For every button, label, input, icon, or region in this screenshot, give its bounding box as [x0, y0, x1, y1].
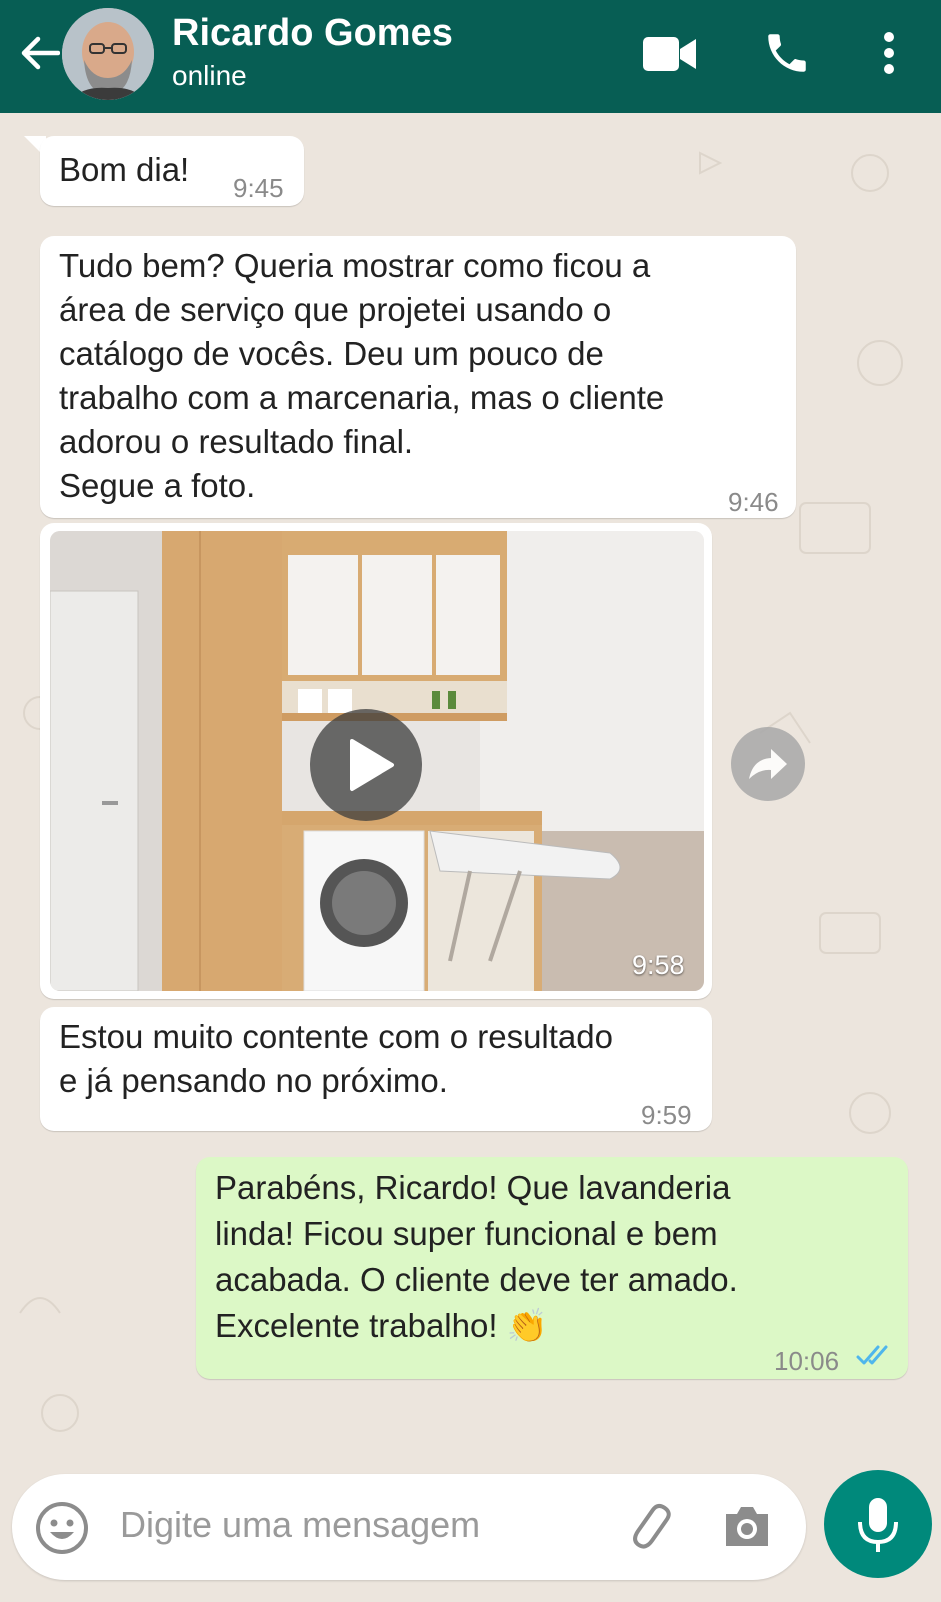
message-bubble-outgoing[interactable]: Parabéns, Ricardo! Que lavanderia linda!…	[196, 1157, 908, 1379]
message-text: Tudo bem? Queria mostrar como ficou a ár…	[59, 247, 665, 504]
video-time: 9:58	[632, 950, 685, 980]
more-options-icon[interactable]	[882, 30, 896, 76]
play-button[interactable]	[310, 709, 422, 821]
back-arrow-icon[interactable]	[18, 32, 60, 74]
message-time: 10:06	[774, 1346, 840, 1376]
message-input[interactable]: Digite uma mensagem	[120, 1504, 480, 1546]
mic-icon	[858, 1498, 898, 1552]
video-call-icon[interactable]	[642, 33, 698, 75]
message-time: 9:45	[233, 173, 284, 203]
attach-icon[interactable]	[628, 1502, 680, 1554]
chat-header: Ricardo Gomes online	[0, 0, 941, 113]
message-text: Parabéns, Ricardo! Que lavanderia linda!…	[215, 1169, 738, 1344]
contact-name[interactable]: Ricardo Gomes	[172, 12, 453, 55]
camera-icon[interactable]	[722, 1502, 772, 1550]
play-icon	[350, 739, 394, 791]
emoji-icon[interactable]	[34, 1500, 90, 1556]
message-bubble-incoming[interactable]: Tudo bem? Queria mostrar como ficou a ár…	[40, 236, 796, 518]
message-time: 9:59	[641, 1100, 692, 1130]
contact-status: online	[172, 60, 247, 91]
message-time: 9:46	[728, 487, 779, 517]
phone-icon[interactable]	[762, 28, 812, 78]
forward-icon	[749, 749, 787, 779]
double-check-read-icon	[856, 1345, 888, 1365]
message-bubble-incoming[interactable]: Estou muito contente com o resultado e j…	[40, 1007, 712, 1131]
message-text: Estou muito contente com o resultado e j…	[59, 1018, 613, 1099]
message-input-bar: Digite uma mensagem	[12, 1474, 806, 1580]
avatar[interactable]	[62, 8, 154, 100]
mic-button[interactable]	[824, 1470, 932, 1578]
message-text: Bom dia!	[59, 151, 190, 188]
message-bubble-incoming[interactable]: Bom dia! 9:45	[40, 136, 304, 206]
forward-button[interactable]	[731, 727, 805, 801]
